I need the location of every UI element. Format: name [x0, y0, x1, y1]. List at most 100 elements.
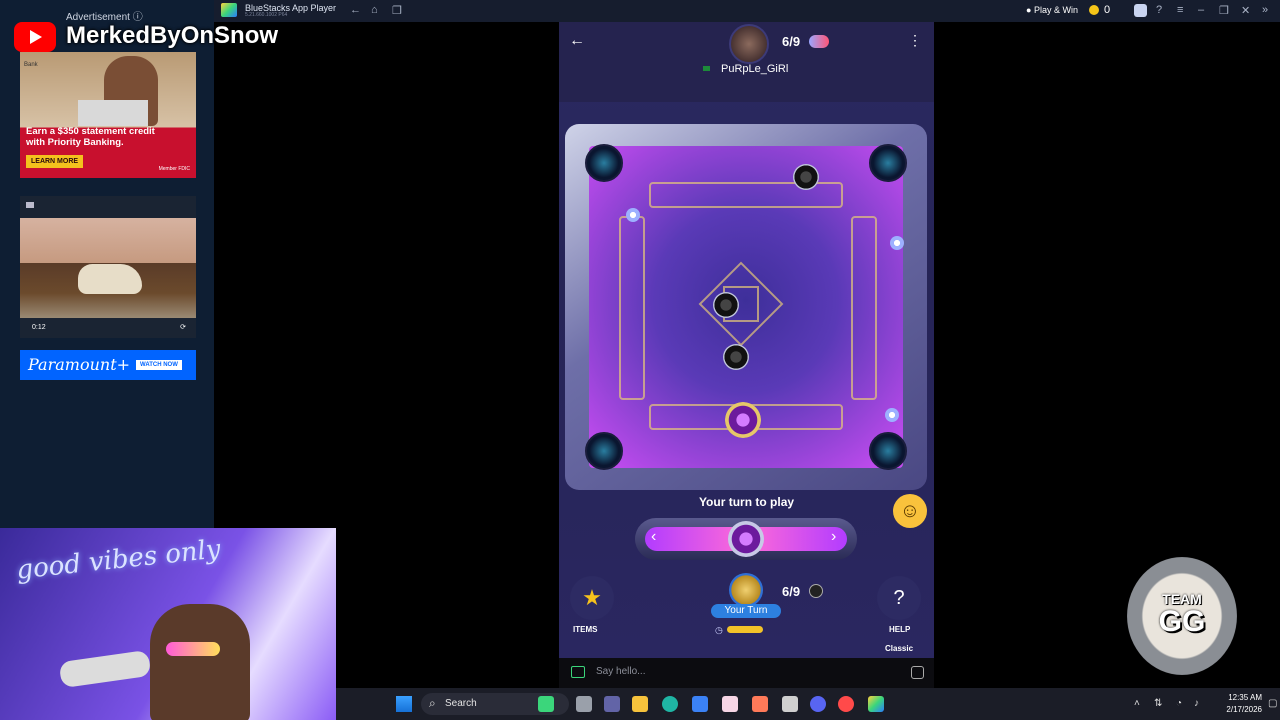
- multi-window-icon[interactable]: ❐: [392, 4, 402, 17]
- ad-sidebar: Advertisement ⓘ Bank Earn a $350 stateme…: [0, 0, 214, 528]
- star-icon[interactable]: ★: [570, 576, 614, 620]
- network-icon[interactable]: ⇅: [1154, 698, 1162, 709]
- ad-laptop-image: [78, 100, 148, 126]
- opponent-avatar[interactable]: [729, 24, 769, 64]
- bank-ad-copy: Earn a $350 statement credit with Priori…: [26, 126, 155, 148]
- close-icon[interactable]: ✕: [1241, 4, 1250, 17]
- black-coin: [713, 292, 739, 318]
- chat-bar: Say hello...: [559, 658, 934, 688]
- notification-icon[interactable]: ▢: [1268, 698, 1277, 709]
- sticker-icon[interactable]: [911, 666, 924, 679]
- learn-more-button[interactable]: LEARN MORE: [26, 155, 84, 168]
- teams-icon[interactable]: [604, 696, 620, 712]
- sunglasses: [166, 642, 220, 656]
- chevron-right-icon: ›: [831, 528, 837, 545]
- hamburger-menu-icon[interactable]: ≡: [1177, 4, 1183, 16]
- game-mode-label: Classic: [885, 644, 914, 653]
- restore-icon[interactable]: ❐: [1219, 4, 1229, 17]
- volume-icon[interactable]: ♪: [1194, 698, 1199, 709]
- neon-sign: good vibes only: [14, 534, 222, 586]
- slider-knob[interactable]: [728, 521, 764, 557]
- items-label[interactable]: ITEMS: [573, 625, 597, 634]
- paramount-logo: Paramount+: [28, 355, 131, 374]
- task-view-icon[interactable]: [576, 696, 592, 712]
- player-coin-icon: [809, 584, 823, 598]
- help-icon[interactable]: ?: [877, 576, 921, 620]
- app-icon[interactable]: [722, 696, 738, 712]
- file-explorer-icon[interactable]: [632, 696, 648, 712]
- carrom-game-screen: ← ⋮ 6/9 PuRpLe_GiRl Your turn to play ☺ …: [559, 22, 934, 658]
- coin-icon: [1089, 5, 1099, 15]
- app-icon[interactable]: [782, 696, 798, 712]
- clock-time[interactable]: 12:35 AM: [1214, 693, 1262, 702]
- webcam-feed: good vibes only: [0, 528, 336, 720]
- windows-taskbar: ⌕ Search ˄ ⇅ ◔ ♪ 12:35 AM 2/17/2026 ▢: [336, 688, 1280, 720]
- chat-icon[interactable]: [571, 666, 585, 678]
- timer-icon: ◷: [715, 625, 723, 635]
- minimize-icon[interactable]: –: [1198, 4, 1204, 16]
- youtube-icon: [14, 22, 56, 52]
- edge-icon[interactable]: [662, 696, 678, 712]
- play-win-button[interactable]: ● Play & Win: [1026, 5, 1078, 15]
- pocket-top-right: [869, 144, 907, 182]
- windows-start-icon[interactable]: [396, 696, 412, 712]
- baseline-right: [851, 216, 877, 400]
- widget-icon[interactable]: [538, 696, 554, 712]
- white-coin: [885, 408, 899, 422]
- microphone: [58, 649, 152, 689]
- flag-icon: [703, 66, 710, 71]
- bluestacks-taskbar-icon[interactable]: [868, 696, 884, 712]
- striker[interactable]: [725, 402, 761, 438]
- ad-info-icon[interactable]: [26, 202, 34, 208]
- bank-ad[interactable]: Bank Earn a $350 statement credit with P…: [20, 52, 196, 178]
- team-gg-logo: TEAM GG: [1127, 557, 1237, 675]
- store-icon[interactable]: [692, 696, 708, 712]
- black-coin: [723, 344, 749, 370]
- app-version: 5.21.660.1002 P64: [245, 12, 288, 18]
- your-turn-badge: Your Turn: [711, 604, 781, 618]
- profile-avatar[interactable]: [1134, 4, 1147, 17]
- black-coin: [793, 164, 819, 190]
- pocket-bottom-left: [585, 432, 623, 470]
- sidebar-toggle-icon[interactable]: »: [1262, 4, 1268, 16]
- white-coin: [890, 236, 904, 250]
- player-avatar[interactable]: [729, 573, 763, 607]
- channel-name: MerkedByOnSnow: [66, 22, 279, 49]
- chat-input[interactable]: Say hello...: [596, 666, 645, 677]
- back-arrow-icon[interactable]: ←: [569, 32, 585, 50]
- play-win-label: Play & Win: [1033, 5, 1078, 15]
- video-ad[interactable]: 0:12 ⟳: [20, 196, 196, 338]
- copilot-icon[interactable]: [752, 696, 768, 712]
- more-options-icon[interactable]: ⋮: [908, 32, 922, 49]
- home-icon[interactable]: ⌂: [371, 4, 378, 16]
- baseline-left: [619, 216, 645, 400]
- turn-message: Your turn to play: [698, 495, 795, 509]
- tray-chevron-icon[interactable]: ˄: [1134, 698, 1140, 709]
- team-logo-main-text: GG: [1158, 605, 1206, 638]
- chevron-left-icon: ‹: [651, 528, 657, 545]
- video-time: 0:12: [32, 324, 46, 331]
- watch-now-button[interactable]: WATCH NOW: [136, 360, 182, 370]
- player-score: 6/9: [782, 584, 801, 599]
- dog-image: [78, 264, 142, 294]
- help-label[interactable]: HELP: [889, 625, 910, 634]
- clock-date[interactable]: 2/17/2026: [1214, 705, 1262, 714]
- app-icon[interactable]: [838, 696, 854, 712]
- discord-icon[interactable]: [810, 696, 826, 712]
- back-nav-icon[interactable]: ←: [350, 4, 361, 16]
- striker-position-slider[interactable]: ‹ ›: [635, 518, 857, 560]
- bluestacks-logo-icon: [221, 3, 237, 17]
- emoji-icon[interactable]: ☺: [893, 494, 927, 528]
- bank-brand: Bank: [24, 62, 38, 68]
- wifi-icon[interactable]: ◔: [1176, 698, 1182, 709]
- opponent-coin-icon: [809, 35, 829, 48]
- pocket-top-left: [585, 144, 623, 182]
- coin-count: 0: [1104, 4, 1111, 16]
- member-fdic-label: Member FDIC: [158, 166, 190, 172]
- help-circle-icon[interactable]: ?: [1156, 4, 1162, 16]
- paramount-ad[interactable]: Paramount+ WATCH NOW: [20, 350, 196, 380]
- turn-timer-bar: [727, 626, 763, 633]
- white-coin: [626, 208, 640, 222]
- video-replay-icon[interactable]: ⟳: [180, 323, 186, 331]
- video-frame[interactable]: [20, 218, 196, 318]
